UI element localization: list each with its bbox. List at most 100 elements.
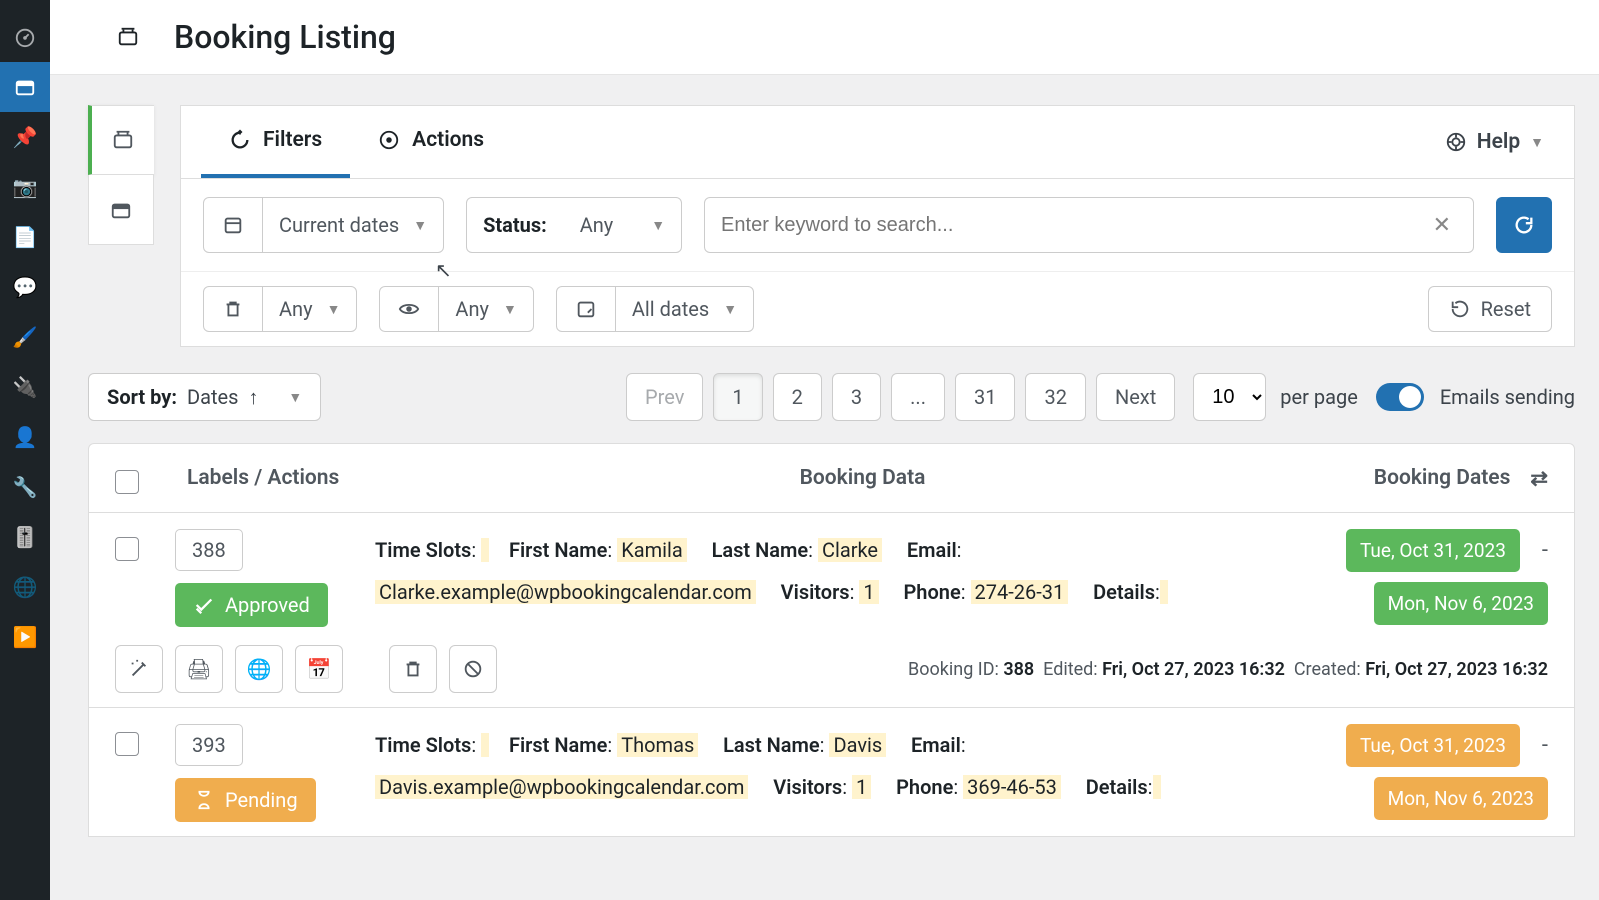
sidebar-item-bookings[interactable] [0, 62, 50, 112]
search-input[interactable] [721, 214, 1427, 237]
booking-row: 393PendingTime Slots: First Name: Thomas… [88, 708, 1575, 837]
trash-button[interactable] [389, 645, 437, 693]
play-icon: ▶️ [13, 625, 38, 649]
booking-data: Time Slots: First Name: Kamila Last Name… [375, 529, 1308, 627]
filter-visibility-label: Any [455, 297, 489, 321]
filter-status-dropdown[interactable]: Status: Any ▼ [466, 197, 682, 253]
booking-dates: Tue, Oct 31, 2023-Mon, Nov 6, 2023 [1328, 724, 1548, 822]
help-label: Help [1477, 130, 1520, 154]
wand-icon [128, 658, 150, 680]
trash-icon [204, 287, 263, 331]
sidebar-item-posts[interactable]: 📌 [0, 112, 50, 162]
admin-sidebar: 📌 📷 📄 💬 🖌️ 🔌 👤 🔧 🎚️ 🌐 ▶️ [0, 0, 50, 900]
row-checkbox[interactable] [115, 732, 139, 756]
actions-icon [378, 129, 400, 151]
sidebar-item-comments[interactable]: 💬 [0, 262, 50, 312]
vertical-tabs [88, 105, 154, 347]
vert-tab-add[interactable] [88, 175, 154, 245]
refresh-icon [1513, 214, 1535, 236]
page-31[interactable]: 31 [955, 373, 1015, 421]
sidebar-item-plugins[interactable]: 🔌 [0, 362, 50, 412]
col-labels: Labels / Actions [187, 466, 437, 490]
tab-filters[interactable]: Filters [201, 106, 350, 178]
per-page-label: per page [1280, 385, 1358, 409]
tab-actions[interactable]: Actions [350, 106, 512, 178]
vert-tab-listing[interactable] [88, 105, 154, 175]
page-3[interactable]: 3 [832, 373, 881, 421]
sidebar-item-collapse[interactable]: 🌐 [0, 562, 50, 612]
gauge-icon [14, 26, 36, 48]
status-prefix: Status: [483, 213, 547, 237]
page-1[interactable]: 1 [713, 373, 762, 421]
swap-icon[interactable]: ⇄ [1530, 466, 1548, 491]
date-end-badge: Mon, Nov 6, 2023 [1374, 582, 1548, 625]
page-32[interactable]: 32 [1025, 373, 1085, 421]
chevron-down-icon: ▼ [288, 389, 302, 406]
status-badge: Approved [175, 583, 328, 627]
chevron-down-icon: ▼ [327, 301, 341, 318]
print-button[interactable]: 🖨 [175, 645, 223, 693]
booking-header-icon [110, 19, 146, 55]
sliders-icon: 🎚️ [13, 525, 38, 549]
per-page-select[interactable]: 10 [1193, 373, 1266, 421]
booking-dates: Tue, Oct 31, 2023-Mon, Nov 6, 2023 [1328, 529, 1548, 627]
sidebar-item-appearance[interactable]: 🖌️ [0, 312, 50, 362]
page-next[interactable]: Next [1096, 373, 1175, 421]
page-title: Booking Listing [174, 18, 396, 56]
sidebar-item-pages[interactable]: 📄 [0, 212, 50, 262]
eye-icon [380, 287, 439, 331]
calendar-edit-icon [557, 287, 616, 331]
brush-icon: 🖌️ [13, 325, 38, 349]
reset-label: Reset [1481, 297, 1531, 321]
sidebar-item-tools[interactable]: 🔧 [0, 462, 50, 512]
calendar-icon [204, 198, 263, 252]
plug-icon: 🔌 [13, 375, 38, 399]
filter-trash-dropdown[interactable]: Any▼ [203, 286, 357, 332]
row-meta: Booking ID: 388 Edited: Fri, Oct 27, 202… [509, 659, 1548, 680]
filter-daterange-dropdown[interactable]: All dates▼ [556, 286, 754, 332]
date-end-badge: Mon, Nov 6, 2023 [1374, 777, 1548, 820]
reset-button[interactable]: Reset [1428, 286, 1552, 332]
sidebar-item-play[interactable]: ▶️ [0, 612, 50, 662]
pagination: Prev123...3132Next [626, 373, 1175, 421]
emails-toggle-label: Emails sending [1440, 385, 1575, 409]
pin-icon: 📌 [13, 125, 38, 149]
col-dates: Booking Dates [1374, 466, 1511, 490]
filters-panel: Filters Actions Help ▼ [180, 105, 1575, 347]
chevron-down-icon: ▼ [1530, 134, 1544, 151]
clear-search-button[interactable]: ✕ [1427, 213, 1457, 238]
page-2[interactable]: 2 [773, 373, 822, 421]
help-button[interactable]: Help ▼ [1435, 108, 1554, 176]
edit-button[interactable] [115, 645, 163, 693]
sidebar-item-dashboard[interactable] [0, 12, 50, 62]
refresh-button[interactable] [1496, 197, 1552, 253]
booking-id-badge[interactable]: 393 [175, 724, 243, 766]
sidebar-item-media[interactable]: 📷 [0, 162, 50, 212]
filter-visibility-dropdown[interactable]: Any▼ [379, 286, 533, 332]
page-...: ... [891, 373, 945, 421]
reset-icon [1449, 298, 1471, 320]
booking-id-badge[interactable]: 388 [175, 529, 243, 571]
calendar-button[interactable]: 📅 [295, 645, 343, 693]
filter-dates-dropdown[interactable]: Current dates▼ [203, 197, 444, 253]
reject-button[interactable] [449, 645, 497, 693]
date-start-badge: Tue, Oct 31, 2023 [1346, 724, 1520, 767]
sidebar-item-settings[interactable]: 🎚️ [0, 512, 50, 562]
locale-button[interactable]: 🌐 [235, 645, 283, 693]
date-start-badge: Tue, Oct 31, 2023 [1346, 529, 1520, 572]
booking-icon [14, 76, 36, 98]
sidebar-item-users[interactable]: 👤 [0, 412, 50, 462]
page-prev[interactable]: Prev [626, 373, 703, 421]
sort-dropdown[interactable]: Sort by: Dates ↑ ▼ [88, 373, 321, 421]
emails-toggle[interactable] [1376, 383, 1424, 411]
ban-icon [462, 658, 484, 680]
chevron-down-icon: ▼ [651, 217, 665, 234]
filter-dates-label: Current dates [279, 213, 399, 237]
pages-icon: 📄 [13, 225, 38, 249]
row-checkbox[interactable] [115, 537, 139, 561]
arrow-up-icon: ↑ [248, 385, 258, 410]
select-all-checkbox[interactable] [115, 470, 139, 494]
check-icon [193, 594, 215, 616]
trash-icon [402, 658, 424, 680]
sort-value: Dates [187, 385, 238, 409]
